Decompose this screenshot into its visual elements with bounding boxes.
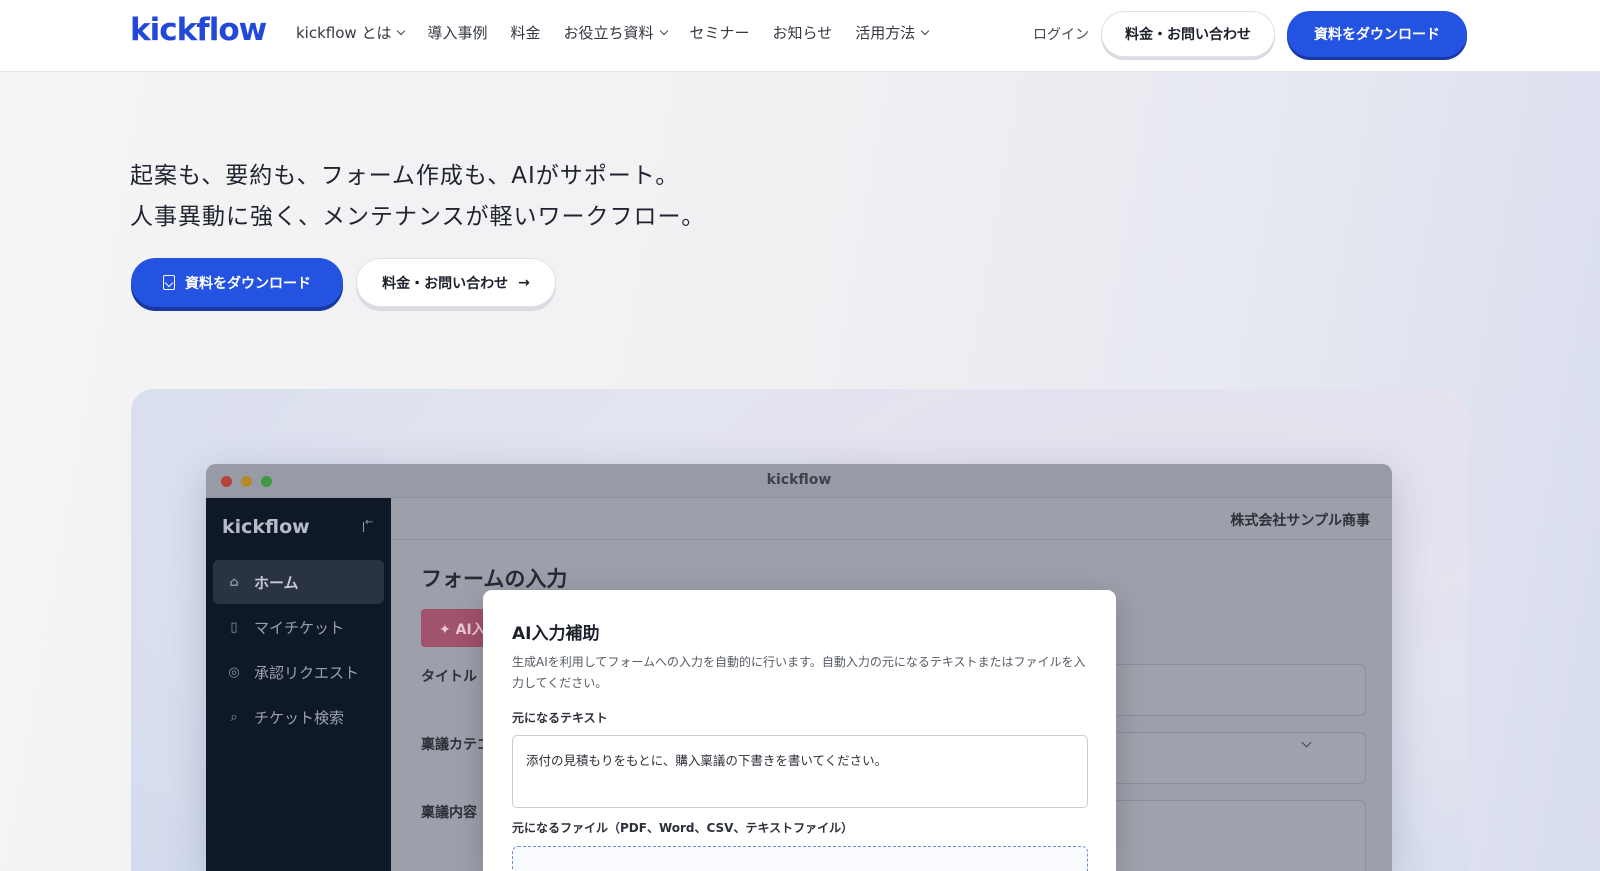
nav-item-news[interactable]: お知らせ <box>773 22 833 43</box>
search-icon: ⌕ <box>230 709 238 725</box>
sidebar-item-ticket-search: ⌕ チケット検索 <box>213 695 384 739</box>
app-topbar: 株式会社サンプル商事 <box>391 498 1392 540</box>
chevron-down-icon <box>920 26 930 35</box>
nav-item-cases[interactable]: 導入事例 <box>427 22 487 43</box>
nav-item-resources[interactable]: お役立ち資料 <box>563 22 668 43</box>
hero-download-button[interactable]: 資料をダウンロード <box>131 258 343 307</box>
form-title: フォームの入力 <box>421 567 568 591</box>
app-sidebar: kickflow ⌂ ホーム ▯ マイチケット ◎ 承認リクエスト ⌕ チケット… <box>206 498 391 871</box>
nav-item-usage[interactable]: 活用方法 <box>855 22 930 43</box>
field-label-content: 稟議内容 <box>421 805 477 821</box>
ai-assist-modal: AI入力補助 生成AIを利用してフォームへの入力を自動的に行います。自動入力の元… <box>483 590 1116 871</box>
file-dropzone[interactable] <box>512 846 1088 871</box>
window-titlebar: kickflow <box>206 464 1392 498</box>
sidebar-item-my-tickets: ▯ マイチケット <box>213 605 384 649</box>
company-name: 株式会社サンプル商事 <box>1230 513 1370 529</box>
nav-item-about[interactable]: kickflow とは <box>296 22 406 43</box>
category-select-bg <box>1106 732 1366 784</box>
hero-contact-button[interactable]: 料金・お問い合わせ → <box>356 258 556 307</box>
source-text-label: 元になるテキスト <box>512 711 608 725</box>
header-contact-button[interactable]: 料金・お問い合わせ <box>1101 11 1275 57</box>
hero-headline-line1: 起案も、要約も、フォーム作成も、AIがサポート。 <box>130 163 680 189</box>
modal-title: AI入力補助 <box>512 624 600 644</box>
sidebar-item-home: ⌂ ホーム <box>213 560 384 604</box>
main-nav: kickflow とは 導入事例 料金 お役立ち資料 セミナー お知らせ 活用方… <box>296 22 951 43</box>
site-header: kickflow kickflow とは 導入事例 料金 お役立ち資料 セミナー… <box>0 0 1600 72</box>
home-icon: ⌂ <box>229 574 239 590</box>
chevron-down-icon <box>397 26 406 35</box>
site-logo[interactable]: kickflow <box>130 12 267 48</box>
window-title: kickflow <box>766 472 832 488</box>
modal-description: 生成AIを利用してフォームへの入力を自動的に行います。自動入力の元になるテキスト… <box>512 655 1086 690</box>
header-download-button[interactable]: 資料をダウンロード <box>1287 11 1467 57</box>
title-input-bg <box>1106 664 1366 716</box>
content-input-bg <box>1106 800 1366 871</box>
document-download-icon <box>163 275 175 290</box>
source-file-label: 元になるファイル（PDF、Word、CSV、テキストファイル） <box>512 821 854 835</box>
source-text-input[interactable]: 添付の見積もりをもとに、購入稟議の下書きを書いてください。 <box>512 735 1088 808</box>
sidebar-item-approval-requests: ◎ 承認リクエスト <box>228 663 360 682</box>
nav-item-pricing[interactable]: 料金 <box>510 22 540 43</box>
field-label-title: タイトル <box>421 669 477 685</box>
check-circle-icon: ◎ <box>228 664 240 680</box>
nav-item-seminar[interactable]: セミナー <box>690 22 750 43</box>
arrow-right-icon: → <box>518 274 530 291</box>
login-link[interactable]: ログイン <box>1033 24 1089 44</box>
hero-headline-line2: 人事異動に強く、メンテナンスが軽いワークフロー。 <box>130 204 706 230</box>
app-logo: kickflow <box>222 516 310 538</box>
chevron-down-icon <box>659 26 668 35</box>
collapse-sidebar-icon <box>363 517 373 532</box>
ticket-icon: ▯ <box>230 619 238 635</box>
